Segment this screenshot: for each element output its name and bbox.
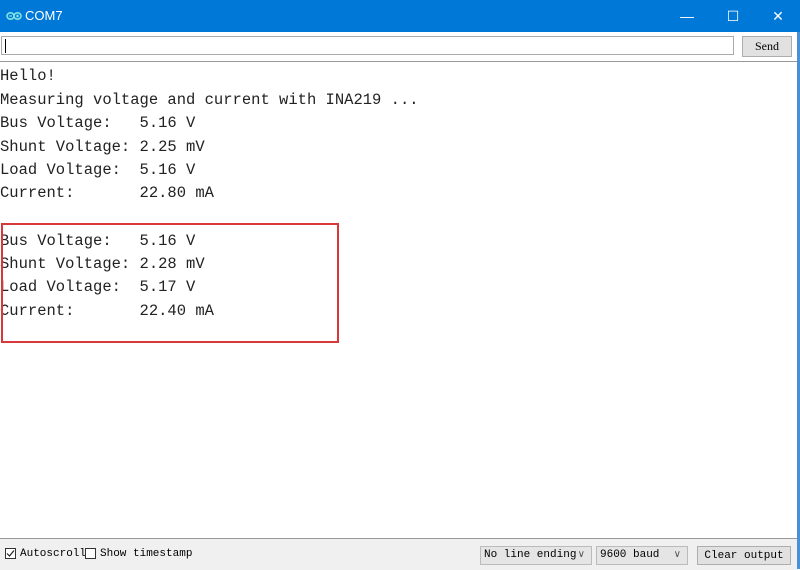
output-line: Bus Voltage: 5.16 V — [0, 114, 196, 132]
line-ending-value: No line ending — [484, 549, 577, 561]
output-line: Measuring voltage and current with INA21… — [0, 91, 419, 109]
baud-rate-dropdown[interactable]: 9600 baud ∨ — [596, 546, 688, 565]
timestamp-label: Show timestamp — [100, 548, 193, 560]
highlight-box — [1, 223, 339, 343]
close-icon: ✕ — [772, 7, 784, 24]
maximize-icon: ☐ — [726, 7, 740, 24]
window-title: COM7 — [25, 8, 63, 23]
chevron-down-icon: ∨ — [577, 550, 585, 561]
status-bar: Autoscroll Show timestamp No line ending… — [0, 538, 797, 570]
output-line: Hello! — [0, 67, 56, 85]
chevron-down-icon: ∨ — [673, 550, 681, 561]
output-line: Current: 22.80 mA — [0, 184, 214, 202]
send-button[interactable]: Send — [742, 36, 792, 57]
output-line: Load Voltage: 5.16 V — [0, 161, 196, 179]
output-line: Shunt Voltage: 2.25 mV — [0, 138, 205, 156]
close-button[interactable]: ✕ — [755, 0, 800, 32]
autoscroll-label: Autoscroll — [20, 548, 87, 560]
clear-output-button[interactable]: Clear output — [697, 546, 791, 565]
maximize-button[interactable]: ☐ — [710, 0, 756, 32]
line-ending-dropdown[interactable]: No line ending ∨ — [480, 546, 592, 565]
minimize-button[interactable]: — — [664, 0, 710, 32]
baud-rate-value: 9600 baud — [600, 549, 660, 561]
serial-input[interactable] — [1, 36, 734, 55]
text-caret — [5, 39, 6, 53]
minimize-icon: — — [680, 8, 694, 24]
checkmark-icon — [6, 550, 15, 557]
arduino-logo-icon — [6, 11, 22, 21]
title-bar: COM7 — ☐ ✕ — [0, 0, 800, 32]
timestamp-checkbox[interactable] — [85, 548, 96, 559]
send-row — [0, 32, 800, 62]
autoscroll-checkbox[interactable] — [5, 548, 16, 559]
